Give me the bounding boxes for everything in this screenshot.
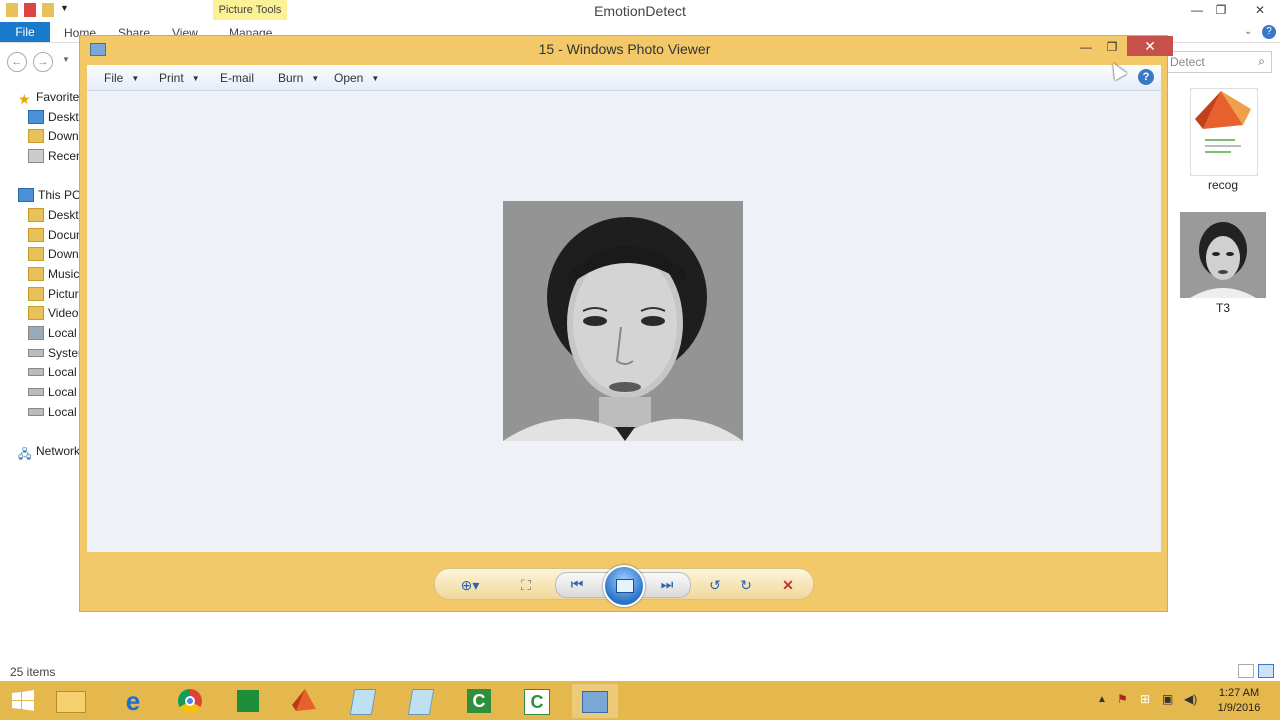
downloads-icon [28,129,44,143]
recent-icon [28,149,44,163]
drive-icon [28,408,44,416]
tray-date: 1/9/2016 [1217,702,1261,714]
desktop-icon [28,208,44,222]
menu-print[interactable]: Print ▼ [159,71,200,85]
matlab-file-icon[interactable] [1190,88,1258,176]
chevron-down-icon: ▼ [191,73,200,83]
face-photo-image [503,201,743,441]
chrome-icon[interactable] [167,684,213,718]
photo-viewer-menu-bar: File ▼ Print ▼ E-mail Burn ▼ Open ▼ ? [87,65,1161,91]
photo-viewer-close-button[interactable]: ✕ [1127,36,1173,56]
drive-icon [28,368,44,376]
photo-viewer-title: 15 - Windows Photo Viewer [538,41,711,57]
drive-icon [28,388,44,396]
notepad-icon[interactable] [340,684,386,718]
minimize-button[interactable]: — [1184,0,1210,20]
drive-icon [28,326,44,340]
photo-viewer-maximize-button[interactable]: ❐ [1099,38,1125,56]
actual-size-icon[interactable]: ⛶ [515,576,537,594]
notepad-icon-2[interactable] [398,684,444,718]
camtasia-icon-2[interactable]: C [514,684,560,718]
file-explorer-icon[interactable] [48,684,94,718]
chevron-down-icon: ▼ [311,73,320,83]
large-icons-view-icon[interactable] [1258,664,1274,678]
search-icon[interactable]: ⌕ [1258,54,1265,69]
viewer-controls-bar: ⊕▾ ⛶ ⏮ ⏭ ↺ ↻ ✕ [434,565,814,607]
nav-favorites[interactable]: ★ Favorites [18,88,88,106]
photo-viewer-window: 15 - Windows Photo Viewer — ❐ ✕ File ▼ Pr… [79,35,1173,612]
search-input[interactable]: Detect ⌕ [1165,51,1272,73]
chevron-down-icon: ▼ [371,73,380,83]
maximize-button[interactable]: ❐ [1208,0,1234,20]
green-app-icon[interactable] [225,684,271,718]
file-name-t3: T3 [1215,301,1230,315]
menu-file[interactable]: File ▼ [104,71,139,85]
back-button[interactable]: ← [7,52,27,72]
delete-icon[interactable]: ✕ [777,576,799,594]
file-name-recog: recog [1207,178,1239,192]
chevron-down-icon: ▼ [131,73,140,83]
camtasia-icon[interactable]: C [456,684,502,718]
downloads-icon [28,247,44,261]
volume-icon[interactable]: ◀) [1184,692,1197,706]
photo-viewer-minimize-button[interactable]: — [1073,38,1099,56]
documents-icon [28,228,44,242]
menu-email[interactable]: E-mail [220,71,254,85]
forward-button[interactable]: → [33,52,53,72]
tray-clock[interactable]: 1:27 AM 1/9/2016 [1212,686,1266,716]
photo-viewer-icon[interactable] [572,684,618,718]
rotate-left-icon[interactable]: ↺ [704,576,726,594]
start-icon[interactable] [0,684,46,718]
show-hidden-icons-icon[interactable]: ▲ [1097,694,1107,705]
slideshow-icon [616,579,634,593]
close-button[interactable]: ✕ [1240,0,1280,20]
nav-this-pc[interactable]: This PC [18,186,88,204]
rotate-right-icon[interactable]: ↻ [735,576,757,594]
action-center-icon[interactable]: ⚑ [1117,692,1128,706]
next-icon[interactable]: ⏭ [656,575,678,593]
details-view-icon[interactable] [1238,664,1254,678]
menu-open[interactable]: Open ▼ [334,71,379,85]
menu-burn[interactable]: Burn ▼ [278,71,319,85]
file-tab[interactable]: File [0,22,50,42]
help-icon[interactable]: ? [1138,69,1154,85]
internet-explorer-icon[interactable]: e [110,684,156,718]
star-icon: ★ [18,91,31,106]
desktop-icon [28,110,44,124]
videos-icon [28,306,44,320]
zoom-icon[interactable]: ⊕▾ [459,576,481,594]
windows-flag-icon[interactable]: ⊞ [1140,692,1150,706]
search-placeholder: Detect [1170,55,1205,69]
slideshow-button[interactable] [603,565,645,607]
matlab-icon[interactable] [282,684,328,718]
status-bar-item-count: 25 items [10,665,56,679]
nav-network[interactable]: 🖧 Network [18,442,88,460]
drive-icon [28,349,44,357]
network-icon: 🖧 [18,447,32,460]
expand-ribbon-icon[interactable]: ⌄ [1244,26,1252,37]
previous-icon[interactable]: ⏮ [566,575,588,593]
help-icon[interactable]: ? [1262,25,1276,39]
photo-canvas [87,91,1161,552]
network-tray-icon[interactable]: ▣ [1162,692,1173,706]
music-icon [28,267,44,281]
pictures-icon [28,287,44,301]
face-image-thumbnail[interactable] [1180,212,1266,298]
recent-locations-icon[interactable]: ▼ [62,55,70,64]
pc-icon [18,188,34,202]
window-title: EmotionDetect [594,3,686,19]
tray-time: 1:27 AM [1218,687,1260,699]
